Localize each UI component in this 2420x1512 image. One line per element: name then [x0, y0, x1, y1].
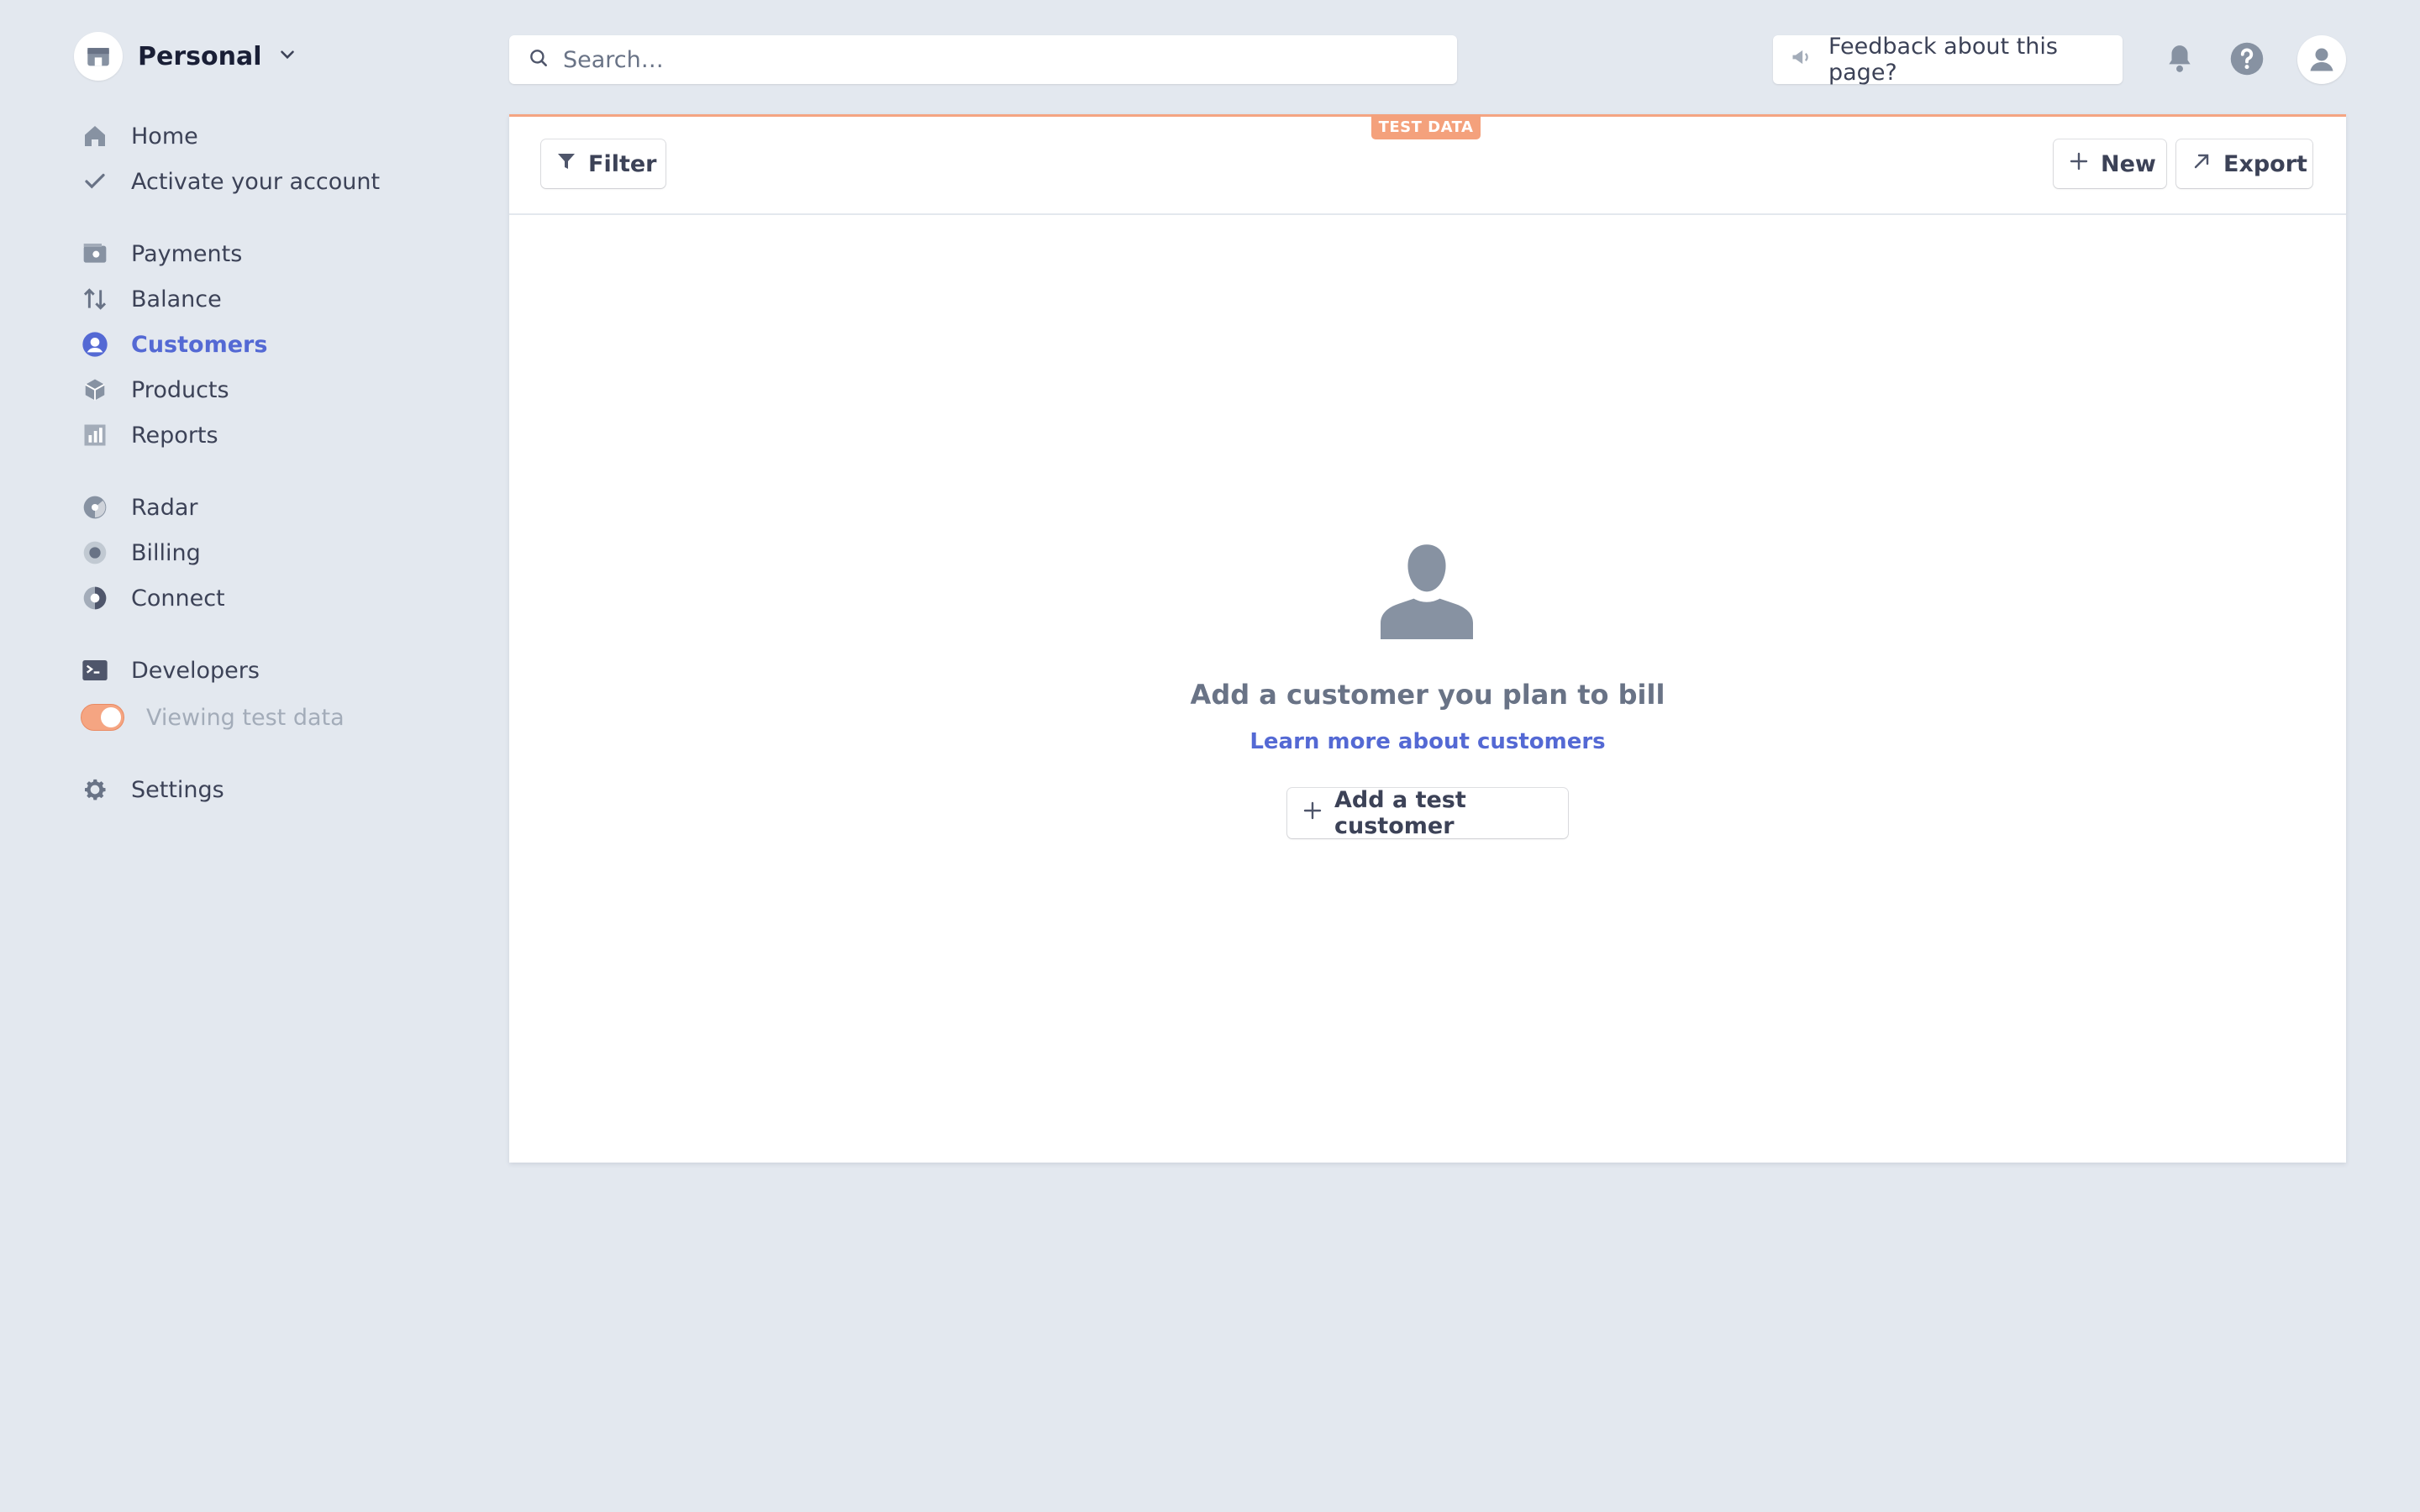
sidebar-item-label: Viewing test data — [146, 704, 345, 731]
sidebar-item-label: Billing — [131, 539, 201, 566]
sidebar-item-label: Home — [131, 123, 198, 150]
store-icon — [74, 32, 123, 81]
sidebar-item-products[interactable]: Products — [81, 370, 229, 410]
account-switcher[interactable]: Personal — [74, 32, 298, 81]
search-input[interactable] — [561, 45, 1405, 74]
sidebar-item-developers[interactable]: Developers — [81, 650, 260, 690]
customer-icon — [81, 330, 109, 359]
account-name: Personal — [138, 41, 262, 71]
billing-icon — [81, 538, 109, 567]
sidebar-item-customers[interactable]: Customers — [81, 324, 267, 365]
test-data-badge: TEST DATA — [1371, 114, 1481, 139]
empty-state-title: Add a customer you plan to bill — [1190, 679, 1665, 711]
balance-arrows-icon — [81, 285, 109, 313]
gear-icon — [81, 775, 109, 804]
sidebar-item-payments[interactable]: Payments — [81, 234, 242, 274]
sidebar-item-settings[interactable]: Settings — [81, 769, 224, 810]
sidebar-item-label: Balance — [131, 286, 222, 312]
terminal-icon — [81, 656, 109, 685]
sidebar-item-label: Payments — [131, 240, 243, 267]
sidebar-item-label: Radar — [131, 494, 198, 521]
new-label: New — [2101, 150, 2156, 177]
toggle-switch[interactable] — [81, 704, 124, 731]
sidebar-item-balance[interactable]: Balance — [81, 279, 222, 319]
sidebar-item-home[interactable]: Home — [81, 116, 198, 156]
search-bar[interactable] — [509, 35, 1457, 84]
reports-icon — [81, 421, 109, 449]
bell-icon[interactable] — [2156, 35, 2203, 82]
sidebar-item-label: Developers — [131, 657, 260, 684]
export-label: Export — [2223, 150, 2307, 177]
learn-more-link[interactable]: Learn more about customers — [509, 729, 2346, 754]
sidebar-item-label: Products — [131, 376, 229, 403]
user-avatar-icon[interactable] — [2297, 35, 2346, 84]
search-icon — [528, 47, 550, 72]
radar-icon — [81, 493, 109, 522]
help-icon[interactable] — [2223, 35, 2270, 82]
add-test-customer-label: Add a test customer — [1334, 787, 1466, 839]
filter-icon — [556, 151, 576, 177]
filter-label: Filter — [588, 150, 657, 177]
sidebar-item-reports[interactable]: Reports — [81, 415, 218, 455]
export-arrow-icon — [2191, 151, 2212, 177]
home-icon — [81, 122, 109, 150]
sidebar-item-connect[interactable]: Connect — [81, 578, 225, 618]
customer-placeholder-icon — [1371, 538, 1482, 648]
sidebar-item-billing[interactable]: Billing — [81, 533, 201, 573]
chevron-down-icon — [276, 44, 298, 69]
sidebar-item-label: Settings — [131, 776, 224, 803]
connect-icon — [81, 584, 109, 612]
add-test-customer-button[interactable]: Add a test customer — [1287, 787, 1568, 839]
plus-icon — [1302, 801, 1323, 827]
payments-icon — [81, 239, 109, 268]
sidebar-item-label: Customers — [131, 331, 268, 358]
test-data-toggle[interactable]: Viewing test data — [81, 697, 345, 738]
feedback-button[interactable]: Feedback about this page? — [1773, 34, 2123, 86]
megaphone-icon — [1788, 45, 1815, 75]
new-customer-button[interactable]: New — [2054, 139, 2166, 188]
toolbar-divider — [509, 213, 2346, 215]
plus-icon — [2069, 151, 2089, 177]
filter-button[interactable]: Filter — [541, 139, 666, 188]
feedback-label: Feedback about this page? — [1828, 34, 2058, 86]
check-icon — [81, 167, 109, 196]
export-button[interactable]: Export — [2176, 139, 2312, 188]
sidebar-item-label: Connect — [131, 585, 225, 612]
sidebar-item-label: Reports — [131, 422, 218, 449]
sidebar-item-radar[interactable]: Radar — [81, 487, 198, 528]
sidebar-item-label: Activate your account — [131, 168, 381, 195]
product-box-icon — [81, 375, 109, 404]
sidebar-item-activate-account[interactable]: Activate your account — [81, 161, 380, 202]
